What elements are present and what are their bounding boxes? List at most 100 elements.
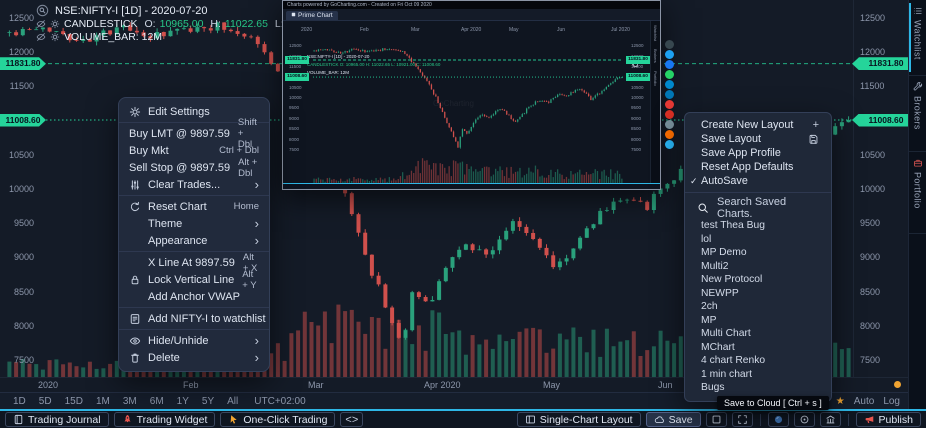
menu-item-theme[interactable]: Theme› [119,215,269,232]
circle-button[interactable] [768,412,789,427]
saved-chart-item[interactable]: test Thea Bug [685,219,831,233]
reddit-share-icon[interactable] [665,130,674,139]
twitter-share-icon[interactable] [665,50,674,59]
menu-item-reset-app-defaults[interactable]: Reset App Defaults [685,160,831,174]
google-share-icon[interactable] [665,110,674,119]
snapshot-tab[interactable]: Prime Chart [286,11,338,20]
menu-item-clear-trades[interactable]: Clear Trades...› [119,176,269,193]
timeframe-5y[interactable]: 5Y [202,396,214,407]
email-share-icon[interactable] [665,120,674,129]
frame-button[interactable] [706,412,727,427]
price-tick: 9000 [4,252,34,262]
menu-item-lock-vertical-line[interactable]: Lock Vertical LineAlt + Y [119,271,269,288]
time-tick: 2020 [38,380,58,390]
side-tab-brokers[interactable]: Brokers [909,76,926,152]
menu-item-save-layout[interactable]: Save Layout [685,132,831,146]
menu-item-reset-chart[interactable]: Reset ChartHome [119,198,269,215]
timeframe-1m[interactable]: 1M [96,396,110,407]
price-tick: 8500 [4,287,34,297]
trading-widget-button[interactable]: Trading Widget [114,412,216,427]
copylink-share-icon[interactable] [665,140,674,149]
menu-item-buy-lmt-9897-59[interactable]: Buy LMT @ 9897.59Shift + Dbl [119,125,269,142]
timeframe-1y[interactable]: 1Y [177,396,189,407]
menu-item-hide-unhide[interactable]: Hide/Unhide› [119,332,269,349]
saved-chart-item[interactable]: lol [685,233,831,247]
log-scale-button[interactable]: Log [883,396,900,407]
saved-chart-item[interactable]: NEWPP [685,287,831,301]
menu-item-shortcut: Alt + Y [242,269,259,291]
linkedin-share-icon[interactable] [665,90,674,99]
snapshot-price-tick: 10500 [631,85,644,90]
more-share-icon[interactable] [665,40,674,49]
menu-item-label: Save App Profile [701,147,781,159]
auto-scale-button[interactable]: Auto [854,396,875,407]
button-label: One-Click Trading [243,414,327,426]
whatsapp-share-icon[interactable] [665,70,674,79]
bank-button[interactable] [820,412,841,427]
saved-chart-item[interactable]: New Protocol [685,273,831,287]
saved-chart-item[interactable]: 4 chart Renko [685,354,831,368]
snapshot-price-tag: 11831.80 [626,56,650,64]
save-tooltip: Save to Cloud [ Ctrl + s ] [717,396,829,410]
side-tab-watchlist[interactable]: Watchlist [909,0,926,76]
bank-icon [825,414,836,425]
timeframe-5d[interactable]: 5D [39,396,52,407]
timezone-label[interactable]: UTC+02:00 [254,396,305,407]
snapshot-price-tick: 10000 [631,95,644,100]
timeframe-3m[interactable]: 3M [123,396,137,407]
menu-item-appearance[interactable]: Appearance› [119,232,269,249]
expand-button[interactable] [732,412,753,427]
saved-chart-item[interactable]: 2ch [685,300,831,314]
chart-snapshot-popup[interactable]: Charts powered by GoCharting.com - Creat… [282,0,661,190]
price-tick: 9500 [860,218,900,228]
menu-item-add-nifty-i-to-watchlist[interactable]: Add NIFTY-I to watchlist [119,310,269,327]
one-click-trading-button[interactable]: One-Click Trading [220,412,335,427]
publish-button[interactable]: Publish [856,412,921,427]
saved-chart-item[interactable]: MChart [685,341,831,355]
saved-chart-item[interactable]: MP [685,314,831,328]
gear-icon[interactable] [50,32,60,42]
pinterest-share-icon[interactable] [665,100,674,109]
gear-icon[interactable] [50,19,60,29]
saved-chart-item[interactable]: Bugs [685,381,831,395]
time-tick: Apr 2020 [424,380,461,390]
code-button[interactable]: <> [340,412,363,427]
chart-icon [291,12,296,19]
magnifier-icon[interactable] [36,4,49,17]
menu-item-label: Reset App Defaults [701,161,793,173]
saved-charts-search[interactable]: Search Saved Charts. [685,197,831,219]
save-button[interactable]: Save [646,412,701,427]
timeframe-1d[interactable]: 1D [13,396,26,407]
snapshot-price-tag: 11008.60 [285,73,309,81]
snapshot-price-tick: 12500 [631,43,644,48]
price-tick: 9000 [860,252,900,262]
menu-item-create-new-layout[interactable]: Create New Layout+ [685,118,831,132]
target-button[interactable] [794,412,815,427]
price-tick: 12500 [860,13,900,23]
timeframe-all[interactable]: All [227,396,238,407]
menu-item-sell-stop-9897-59[interactable]: Sell Stop @ 9897.59Alt + Dbl [119,159,269,176]
facebook-share-icon[interactable] [665,60,674,69]
menu-item-label: Theme [148,218,247,230]
eye-slash-icon[interactable] [36,19,46,29]
menu-item-save-app-profile[interactable]: Save App Profile [685,146,831,160]
snapshot-time-tick: 2020 [301,27,312,33]
list-icon [913,6,923,16]
menu-item-add-anchor-vwap[interactable]: Add Anchor VWAP [119,288,269,305]
saved-chart-item[interactable]: 1 min chart [685,368,831,382]
menu-item-autosave[interactable]: ✓AutoSave [685,174,831,188]
favorite-star-icon[interactable]: ★ [836,396,845,407]
saved-chart-item[interactable]: MP Demo [685,246,831,260]
side-tab-portfolio[interactable]: Portfolio [909,152,926,234]
saved-chart-item[interactable]: Multi2 [685,260,831,274]
timeframe-15d[interactable]: 15D [65,396,83,407]
toolbar-divider [848,414,849,426]
telegram-share-icon[interactable] [665,80,674,89]
eye-slash-icon[interactable] [36,32,46,42]
single-chart-layout-button[interactable]: Single-Chart Layout [517,412,641,427]
menu-item-delete[interactable]: Delete› [119,349,269,366]
timeframe-6m[interactable]: 6M [150,396,164,407]
trading-journal-button[interactable]: Trading Journal [5,412,109,427]
menu-section: Hide/Unhide›Delete› [119,330,269,368]
saved-chart-item[interactable]: Multi Chart [685,327,831,341]
